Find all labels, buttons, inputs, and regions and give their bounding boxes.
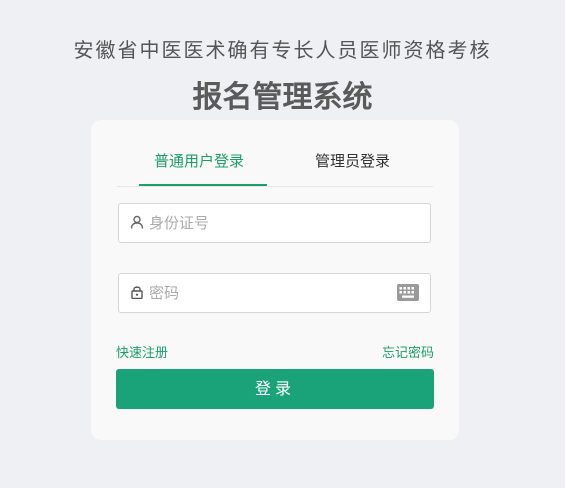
login-card: 普通用户登录 管理员登录 快速注册 忘记密码 登录 [91, 120, 459, 440]
tab-normal-user-login[interactable]: 普通用户登录 [154, 150, 244, 171]
tab-admin-login[interactable]: 管理员登录 [315, 150, 390, 171]
login-tabs: 普通用户登录 管理员登录 [117, 144, 433, 187]
id-number-field[interactable] [118, 203, 431, 243]
keyboard-icon[interactable] [397, 284, 419, 301]
id-number-input[interactable] [149, 204, 389, 242]
lock-icon [131, 286, 143, 299]
active-tab-indicator [139, 184, 267, 186]
quick-register-link[interactable]: 快速注册 [116, 342, 168, 361]
user-icon [130, 215, 144, 229]
page-title: 报名管理系统 [192, 80, 373, 115]
password-field[interactable] [118, 273, 431, 313]
password-input[interactable] [149, 274, 389, 312]
login-button[interactable]: 登录 [116, 369, 434, 409]
header-subtitle: 安徽省中医医术确有专长人员医师资格考核 [73, 38, 492, 62]
forgot-password-link[interactable]: 忘记密码 [382, 342, 434, 361]
